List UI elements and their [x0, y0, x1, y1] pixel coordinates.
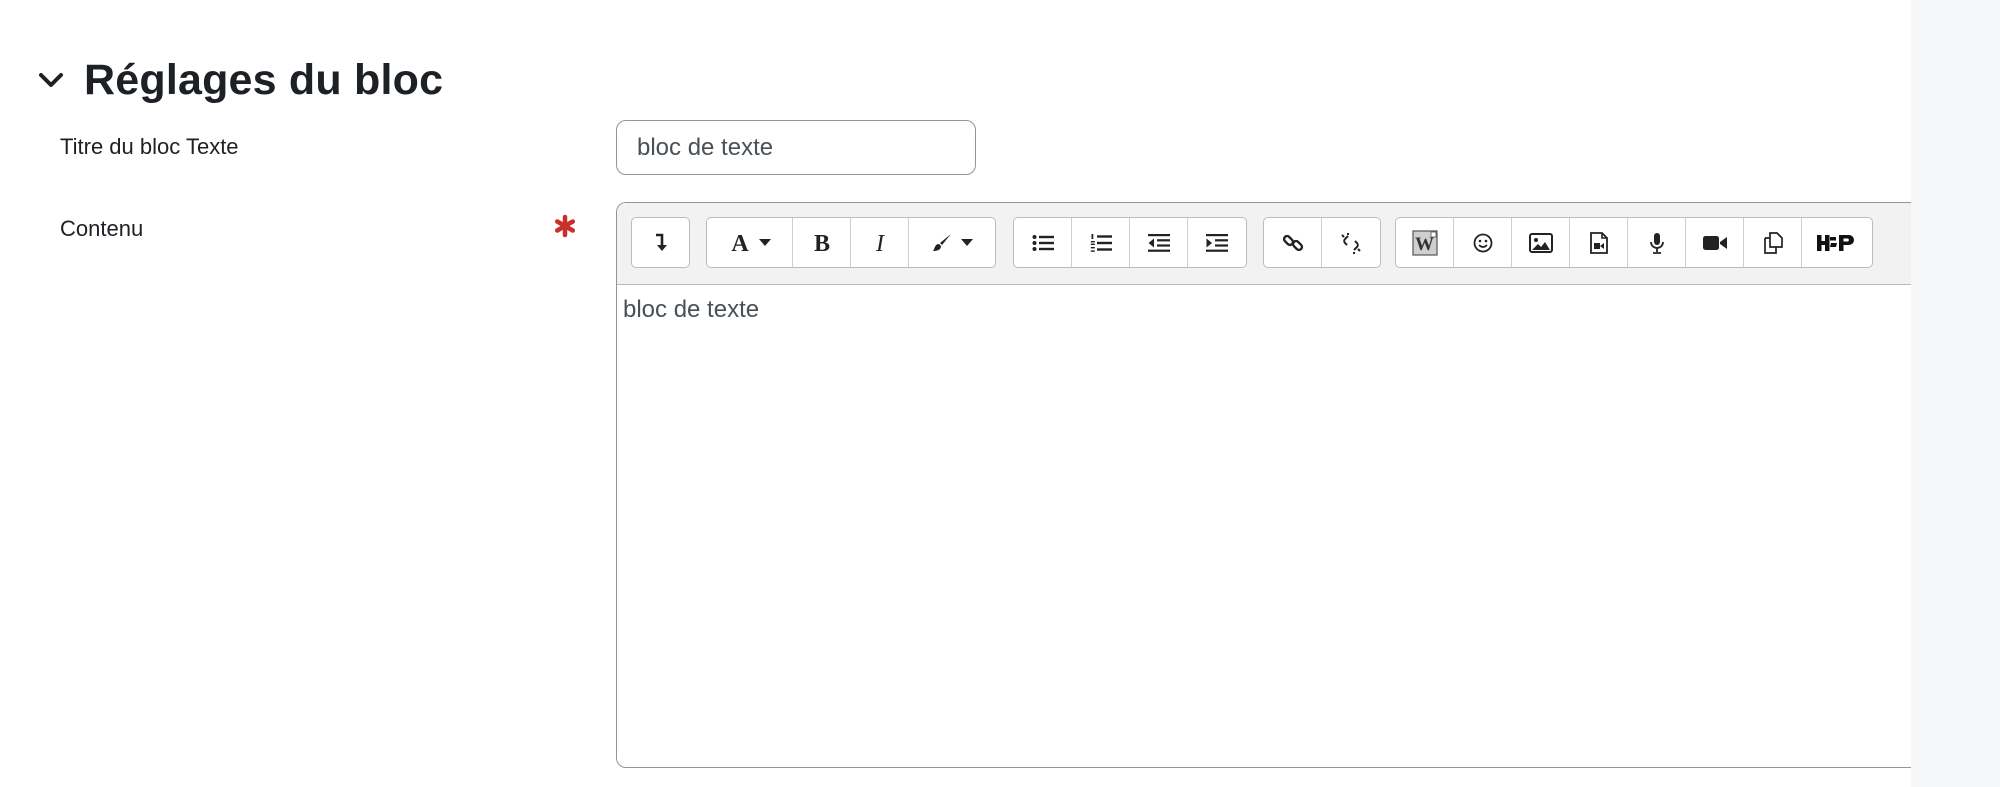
- block-title-input[interactable]: [616, 120, 976, 175]
- section-title: Réglages du bloc: [84, 55, 444, 104]
- font-style-button[interactable]: A: [707, 218, 793, 267]
- italic-button[interactable]: I: [851, 218, 909, 267]
- editor-toolbar: A B I W: [617, 203, 1911, 285]
- svg-text:A: A: [731, 232, 749, 254]
- title-field-label: Titre du bloc Texte: [60, 134, 239, 159]
- emoji-button[interactable]: [1454, 218, 1512, 267]
- unordered-list-button[interactable]: [1014, 218, 1072, 267]
- toolbar-group-insert: W: [1395, 217, 1873, 268]
- link-button[interactable]: [1264, 218, 1322, 267]
- emoji-icon: [1473, 233, 1493, 253]
- record-audio-button[interactable]: [1628, 218, 1686, 267]
- image-button[interactable]: [1512, 218, 1570, 267]
- h5p-button[interactable]: [1802, 218, 1870, 267]
- editor-content-area[interactable]: bloc de texte: [623, 296, 1911, 324]
- content-editor: A B I W bloc de texte: [616, 202, 1911, 768]
- svg-text:I: I: [875, 232, 885, 254]
- outdent-button[interactable]: [1130, 218, 1188, 267]
- manage-files-button[interactable]: [1744, 218, 1802, 267]
- required-icon: [553, 214, 577, 238]
- media-button[interactable]: [1570, 218, 1628, 267]
- image-icon: [1528, 232, 1553, 253]
- indent-button[interactable]: [1188, 218, 1246, 267]
- record-video-icon: [1702, 234, 1728, 252]
- svg-text:B: B: [813, 232, 829, 254]
- word-import-icon: W: [1411, 229, 1438, 256]
- chevron-down-icon[interactable]: [34, 63, 68, 97]
- italic-icon: I: [872, 232, 888, 254]
- right-gutter: [1911, 0, 2000, 787]
- text-color-button[interactable]: [909, 218, 995, 267]
- media-icon: [1589, 231, 1608, 254]
- bold-button[interactable]: B: [793, 218, 851, 267]
- toolbar-group-lists: [1013, 217, 1247, 268]
- dropdown-caret-icon: [961, 239, 973, 246]
- collapse-icon: [653, 232, 669, 254]
- indent-icon: [1206, 233, 1228, 252]
- font-style-icon: A: [729, 232, 751, 254]
- manage-files-icon: [1762, 231, 1784, 254]
- ordered-list-button[interactable]: [1072, 218, 1130, 267]
- collapse-button[interactable]: [632, 218, 689, 267]
- unordered-list-icon: [1032, 234, 1054, 252]
- content-field-label: Contenu: [60, 216, 144, 241]
- section-header: Réglages du bloc: [34, 50, 443, 110]
- toolbar-group-links: [1263, 217, 1381, 268]
- record-audio-icon: [1649, 232, 1665, 254]
- link-icon: [1282, 232, 1304, 254]
- word-import-button[interactable]: W: [1396, 218, 1454, 267]
- h5p-icon: [1817, 233, 1855, 253]
- dropdown-caret-icon: [758, 239, 771, 246]
- text-color-icon: [931, 232, 953, 254]
- record-video-button[interactable]: [1686, 218, 1744, 267]
- unlink-icon: [1340, 232, 1362, 254]
- outdent-icon: [1147, 233, 1170, 252]
- bold-icon: B: [812, 232, 832, 254]
- ordered-list-icon: [1090, 233, 1112, 253]
- toolbar-group-toggle: [631, 217, 690, 268]
- toolbar-group-style: A B I: [706, 217, 996, 268]
- unlink-button[interactable]: [1322, 218, 1380, 267]
